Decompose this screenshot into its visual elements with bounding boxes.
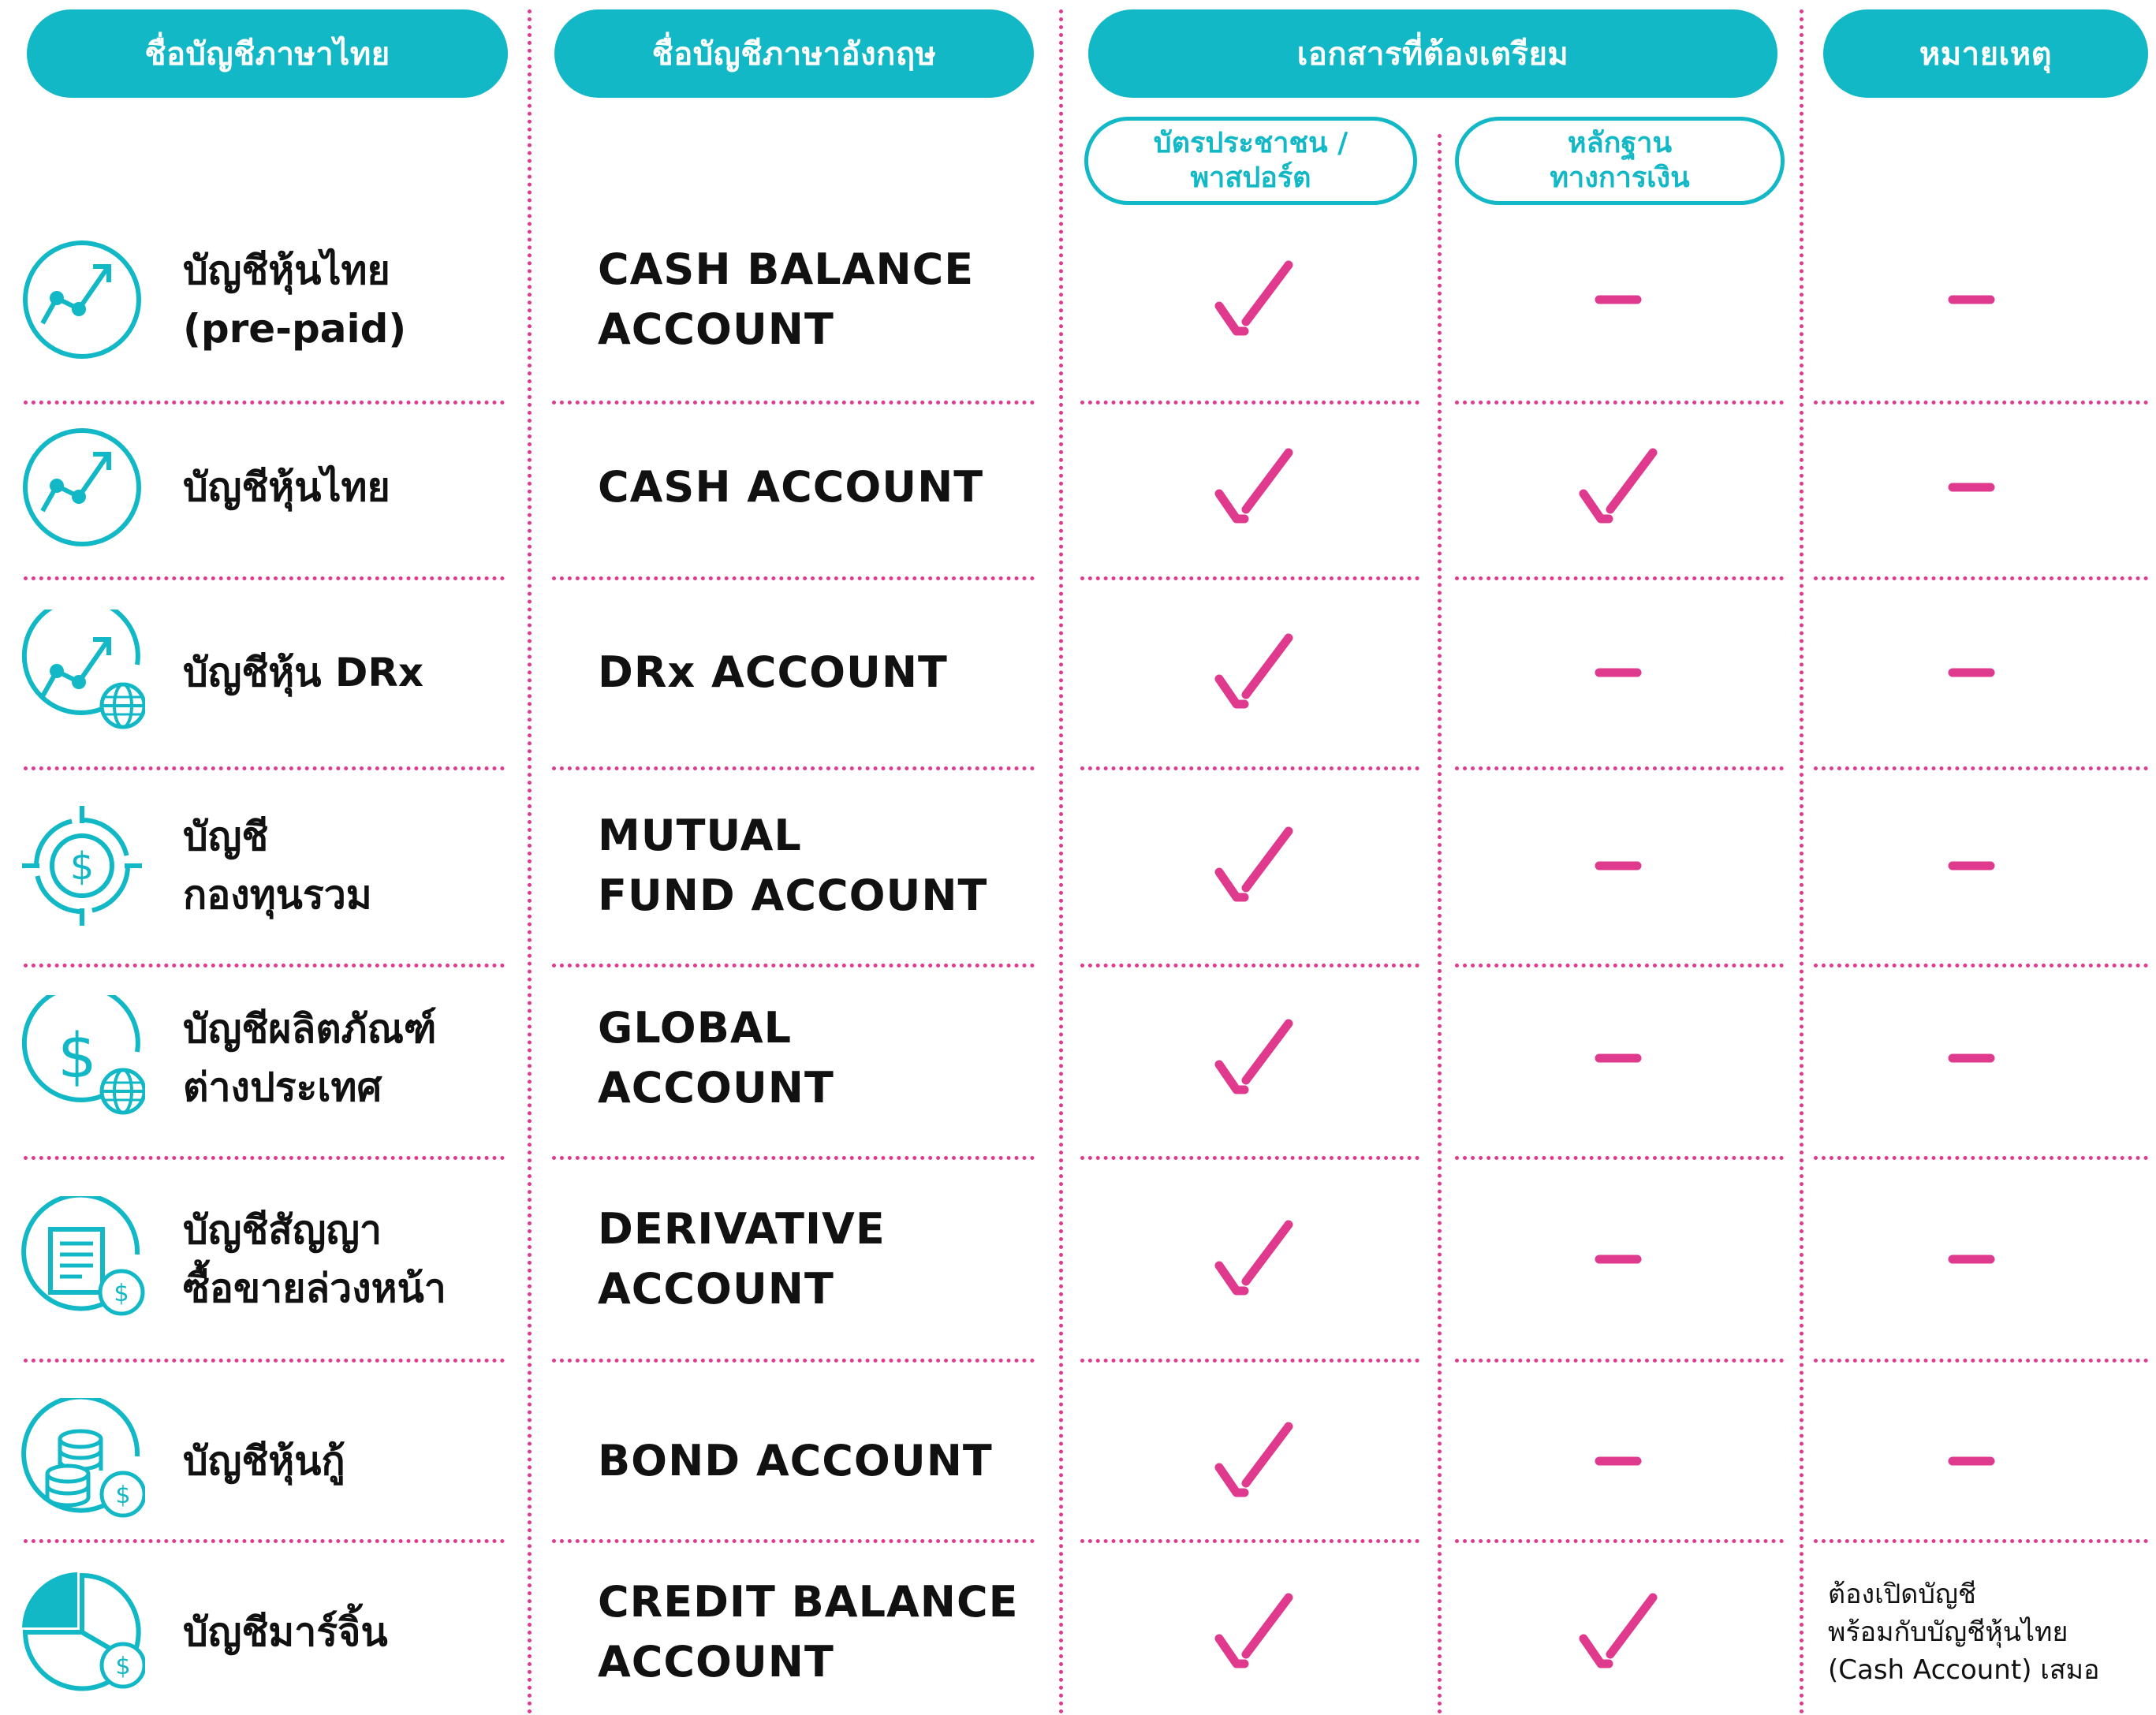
stock-chart-globe-icon	[21, 610, 145, 729]
row-divider	[1455, 401, 1784, 405]
svg-text:$: $	[115, 1482, 130, 1509]
coin-stack-icon: $	[21, 1398, 145, 1518]
row-divider	[552, 766, 1035, 770]
row-divider	[24, 1539, 505, 1543]
id-card-check-icon	[1213, 825, 1295, 907]
subheader-financial-proof: หลักฐาน ทางการเงิน	[1455, 117, 1785, 205]
financial-proof-dash-icon	[1595, 1255, 1642, 1264]
subheader-id-card: บัตรประชาชน / พาสปอร์ต	[1084, 117, 1417, 205]
remark-dash-icon	[1948, 668, 1995, 677]
thai-account-name: บัญชีหุ้น DRx	[183, 650, 424, 695]
row-divider	[1455, 1359, 1784, 1363]
english-account-name: DRx ACCOUNT	[598, 647, 948, 697]
dollar-target-icon: $	[22, 806, 142, 926]
pie-chart-coin-icon: $	[22, 1572, 145, 1691]
financial-proof-check-icon	[1577, 1591, 1659, 1673]
thai-account-name: บัญชีผลิตภัณฑ์ ต่างประเทศ	[183, 1006, 437, 1110]
thai-account-name: บัญชีหุ้นไทย	[183, 464, 390, 510]
remark-dash-icon	[1948, 295, 1995, 304]
remark-dash-icon	[1948, 861, 1995, 871]
row-divider	[1814, 766, 2148, 770]
id-card-check-icon	[1213, 1420, 1295, 1502]
header-documents: เอกสารที่ต้องเตรียม	[1088, 9, 1777, 98]
row-divider	[24, 766, 505, 770]
financial-proof-dash-icon	[1595, 1456, 1642, 1466]
thai-account-name: บัญชีหุ้นกู้	[183, 1438, 345, 1484]
english-account-name: CREDIT BALANCE ACCOUNT	[598, 1577, 1019, 1687]
row-divider	[1455, 766, 1784, 770]
id-card-check-icon	[1213, 1017, 1295, 1099]
row-divider	[1814, 1359, 2148, 1363]
remark-dash-icon	[1948, 483, 1995, 492]
row-divider	[1080, 964, 1419, 967]
row-divider	[552, 1539, 1035, 1543]
row-divider	[1080, 1359, 1419, 1363]
financial-proof-dash-icon	[1595, 1053, 1642, 1063]
financial-proof-check-icon	[1577, 446, 1659, 528]
remark-dash-icon	[1948, 1053, 1995, 1063]
id-card-check-icon	[1213, 1591, 1295, 1673]
row-divider	[1814, 1156, 2148, 1160]
row-divider	[1814, 401, 2148, 405]
column-divider	[1059, 9, 1063, 1715]
svg-text:$: $	[58, 1021, 97, 1092]
header-english-name: ชื่อบัญชีภาษาอังกฤษ	[554, 9, 1034, 98]
remark-dash-icon	[1948, 1456, 1995, 1466]
thai-account-name: บัญชีมาร์จิ้น	[183, 1609, 388, 1655]
row-divider	[1814, 964, 2148, 967]
row-divider	[1080, 576, 1419, 580]
dollar-globe-icon: $	[21, 995, 145, 1115]
row-divider	[24, 1359, 505, 1363]
row-divider	[1814, 576, 2148, 580]
id-card-check-icon	[1213, 1218, 1295, 1300]
column-divider	[1438, 134, 1442, 1715]
row-divider	[552, 1359, 1035, 1363]
id-card-check-icon	[1213, 446, 1295, 528]
row-divider	[24, 576, 505, 580]
row-divider	[1455, 964, 1784, 967]
column-divider	[528, 9, 532, 1715]
row-divider	[552, 964, 1035, 967]
remark-note: ต้องเปิดบัญชี พร้อมกับบัญชีหุ้นไทย (Cash…	[1828, 1579, 2100, 1686]
english-account-name: DERIVATIVE ACCOUNT	[598, 1204, 886, 1314]
row-divider	[1455, 576, 1784, 580]
english-account-name: CASH BALANCE ACCOUNT	[598, 244, 975, 354]
id-card-check-icon	[1213, 632, 1295, 714]
financial-proof-dash-icon	[1595, 861, 1642, 871]
id-card-check-icon	[1213, 259, 1295, 341]
row-divider	[1455, 1156, 1784, 1160]
thai-account-name: บัญชี กองทุนรวม	[183, 814, 372, 918]
svg-text:$: $	[115, 1653, 130, 1680]
header-thai-name: ชื่อบัญชีภาษาไทย	[27, 9, 508, 98]
svg-text:$: $	[114, 1280, 129, 1307]
column-divider	[1800, 9, 1804, 1715]
row-divider	[1455, 1539, 1784, 1543]
thai-account-name: บัญชีหุ้นไทย (pre-paid)	[183, 248, 407, 352]
row-divider	[1080, 1539, 1419, 1543]
financial-proof-dash-icon	[1595, 668, 1642, 677]
row-divider	[24, 401, 505, 405]
stock-chart-icon	[23, 240, 141, 359]
svg-text:$: $	[70, 844, 95, 889]
row-divider	[1814, 1539, 2148, 1543]
document-coin-icon: $	[21, 1196, 145, 1316]
row-divider	[1080, 766, 1419, 770]
stock-chart-icon	[23, 428, 141, 546]
row-divider	[24, 964, 505, 967]
english-account-name: MUTUAL FUND ACCOUNT	[598, 811, 988, 920]
row-divider	[24, 1156, 505, 1160]
remark-dash-icon	[1948, 1255, 1995, 1264]
row-divider	[1080, 401, 1419, 405]
financial-proof-dash-icon	[1595, 295, 1642, 304]
english-account-name: BOND ACCOUNT	[598, 1436, 993, 1486]
row-divider	[552, 401, 1035, 405]
row-divider	[1080, 1156, 1419, 1160]
thai-account-name: บัญชีสัญญา ซื้อขายล่วงหน้า	[183, 1207, 446, 1311]
english-account-name: CASH ACCOUNT	[598, 462, 984, 512]
header-remark: หมายเหตุ	[1823, 9, 2148, 98]
row-divider	[552, 576, 1035, 580]
english-account-name: GLOBAL ACCOUNT	[598, 1003, 834, 1113]
row-divider	[552, 1156, 1035, 1160]
